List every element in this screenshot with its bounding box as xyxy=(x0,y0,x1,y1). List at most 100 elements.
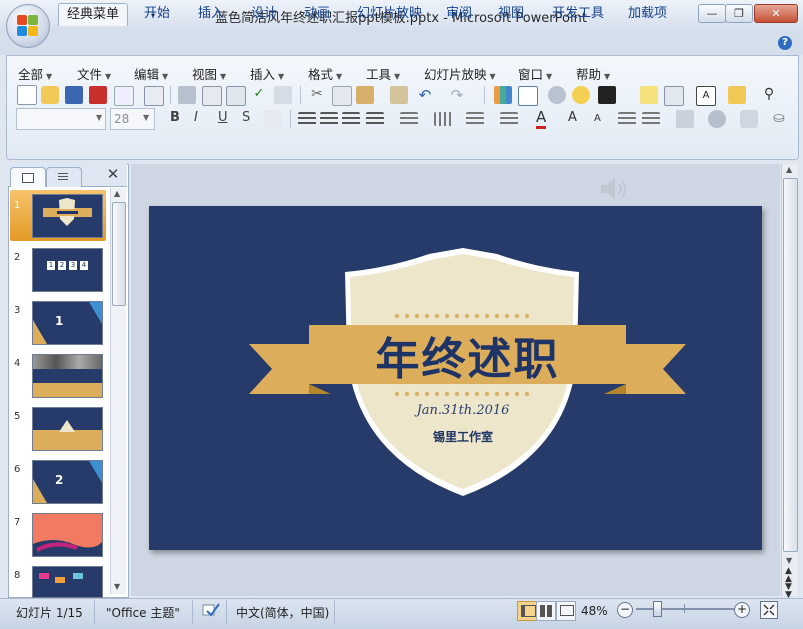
search-icon[interactable]: ⚲ xyxy=(760,86,778,104)
close-panel-icon[interactable]: ✕ xyxy=(105,166,121,182)
zoom-in-icon[interactable]: + xyxy=(734,602,750,618)
language-indicator[interactable]: 中文(简体，中国) xyxy=(236,604,329,621)
shape-fill-icon[interactable] xyxy=(740,110,758,128)
slides-panel-scrollbar[interactable]: ▲ ▼ xyxy=(110,188,126,594)
tab-home[interactable]: 开始 xyxy=(136,3,178,25)
slide-thumbnail-6[interactable]: 2 xyxy=(32,460,103,504)
editor-vertical-scrollbar[interactable]: ▲ ▼ ▲ ▲ ▼ ▼ xyxy=(781,164,798,600)
close-button[interactable]: ✕ xyxy=(754,4,798,23)
slide-sorter-button[interactable] xyxy=(536,601,556,621)
new-slide-icon[interactable] xyxy=(640,86,658,104)
slide-title[interactable]: 年终述职 xyxy=(309,325,626,385)
scrollbar-thumb[interactable] xyxy=(783,178,798,552)
arrange-icon[interactable] xyxy=(676,110,694,128)
scroll-up-icon[interactable]: ▲ xyxy=(786,165,792,174)
tab-view[interactable]: 视图 xyxy=(490,3,532,25)
zoom-slider-track[interactable] xyxy=(636,608,734,610)
menu-view[interactable]: 视图 ▼ xyxy=(192,64,226,82)
slide-thumbnail-3[interactable]: 1 xyxy=(32,301,103,345)
research-icon[interactable] xyxy=(274,86,292,104)
tab-developer[interactable]: 开发工具 xyxy=(544,3,612,25)
zoom-slider-thumb[interactable] xyxy=(652,601,662,617)
paste-icon[interactable] xyxy=(356,86,374,104)
align-left-icon[interactable] xyxy=(298,112,316,126)
outline-icon[interactable] xyxy=(226,86,246,106)
office-button[interactable] xyxy=(6,4,50,48)
align-center-icon[interactable] xyxy=(320,112,338,126)
layout-icon[interactable] xyxy=(664,86,684,106)
menu-window[interactable]: 窗口 ▼ xyxy=(518,64,552,82)
menu-slideshow[interactable]: 幻灯片放映 ▼ xyxy=(424,64,496,82)
next-slide-icon[interactable]: ▼ ▼ xyxy=(785,583,792,600)
tab-slideshow[interactable]: 幻灯片放映 xyxy=(349,3,430,25)
menu-file[interactable]: 文件 ▼ xyxy=(77,64,111,82)
slide-thumbnail-5[interactable] xyxy=(32,407,103,451)
paint-bucket-icon[interactable]: ⛀ xyxy=(770,110,788,128)
restore-button[interactable]: ❐ xyxy=(725,4,753,23)
bullets-icon[interactable] xyxy=(500,112,518,126)
quick-styles-icon[interactable] xyxy=(708,110,726,128)
save-icon[interactable] xyxy=(65,86,83,104)
tab-design[interactable]: 设计 xyxy=(243,3,285,25)
numbering-icon[interactable] xyxy=(466,112,484,126)
email-icon[interactable] xyxy=(144,86,164,106)
spell-check-icon[interactable] xyxy=(202,602,220,618)
tab-classic-menu[interactable]: 经典菜单 xyxy=(58,3,129,26)
scroll-up-icon[interactable]: ▲ xyxy=(114,189,120,198)
font-name-select[interactable] xyxy=(16,108,106,130)
slide-thumbnail-4[interactable] xyxy=(32,354,103,398)
decrease-indent-icon[interactable] xyxy=(618,112,636,126)
menu-tools[interactable]: 工具 ▼ xyxy=(366,64,400,82)
fit-to-window-icon[interactable] xyxy=(760,601,778,619)
spelling-icon[interactable]: ✓ xyxy=(250,86,268,104)
increase-font-icon[interactable]: A xyxy=(568,110,577,125)
previous-slide-icon[interactable]: ▲ ▲ xyxy=(785,567,792,584)
permission-icon[interactable] xyxy=(114,86,134,106)
text-direction-icon[interactable] xyxy=(400,112,418,126)
zoom-out-icon[interactable]: − xyxy=(617,602,633,618)
help-icon[interactable]: ? xyxy=(778,36,792,50)
shadow-button[interactable]: S xyxy=(242,110,250,125)
justify-icon[interactable] xyxy=(366,112,384,126)
open-folder-icon[interactable] xyxy=(41,86,59,104)
current-slide[interactable]: 年终述职 Jan.31th.2016 锡里工作室 xyxy=(149,206,762,550)
chart-icon[interactable] xyxy=(494,86,512,104)
bold-button[interactable]: B xyxy=(170,110,180,125)
slide-author[interactable]: 锡里工作室 xyxy=(363,428,563,445)
tab-review[interactable]: 审阅 xyxy=(438,3,480,25)
slide-thumbnail-8[interactable] xyxy=(32,566,103,598)
zoom-level[interactable]: 48% xyxy=(581,604,608,618)
save-as-pdf-icon[interactable] xyxy=(89,86,107,104)
picture-icon[interactable] xyxy=(572,86,590,104)
increase-indent-icon[interactable] xyxy=(642,112,660,126)
slide-thumbnail-7[interactable] xyxy=(32,513,103,557)
slide-thumbnail-1[interactable] xyxy=(32,194,103,238)
menu-format[interactable]: 格式 ▼ xyxy=(308,64,342,82)
speaker-icon[interactable] xyxy=(598,174,630,204)
slide-thumbnail-2[interactable]: 1 2 3 4 xyxy=(32,248,103,292)
menu-help[interactable]: 帮助 ▼ xyxy=(576,64,610,82)
tab-outline[interactable] xyxy=(46,167,82,187)
align-right-icon[interactable] xyxy=(342,112,360,126)
undo-icon[interactable]: ↶ xyxy=(416,86,434,104)
slide-date[interactable]: Jan.31th.2016 xyxy=(363,403,563,418)
columns-icon[interactable] xyxy=(434,112,452,126)
tab-addins[interactable]: 加载项 xyxy=(620,3,675,25)
menu-edit[interactable]: 编辑 ▼ xyxy=(134,64,168,82)
folder-icon[interactable] xyxy=(728,86,746,104)
font-color-icon[interactable]: A xyxy=(536,108,547,129)
print-icon[interactable] xyxy=(178,86,196,104)
print-preview-icon[interactable] xyxy=(202,86,222,106)
cut-icon[interactable]: ✂ xyxy=(308,86,326,104)
tab-animation[interactable]: 动画 xyxy=(296,3,338,25)
theme-name[interactable]: "Office 主题" xyxy=(106,604,180,621)
tab-slides[interactable] xyxy=(10,167,46,187)
new-document-icon[interactable] xyxy=(17,85,37,105)
redo-icon[interactable]: ↷ xyxy=(448,86,466,104)
menu-insert[interactable]: 插入 ▼ xyxy=(250,64,284,82)
shapes-icon[interactable] xyxy=(548,86,566,104)
table-icon[interactable] xyxy=(518,86,538,106)
scroll-down-icon[interactable]: ▼ xyxy=(786,556,792,565)
slideshow-button[interactable] xyxy=(556,601,576,621)
minimize-button[interactable]: — xyxy=(698,4,726,23)
